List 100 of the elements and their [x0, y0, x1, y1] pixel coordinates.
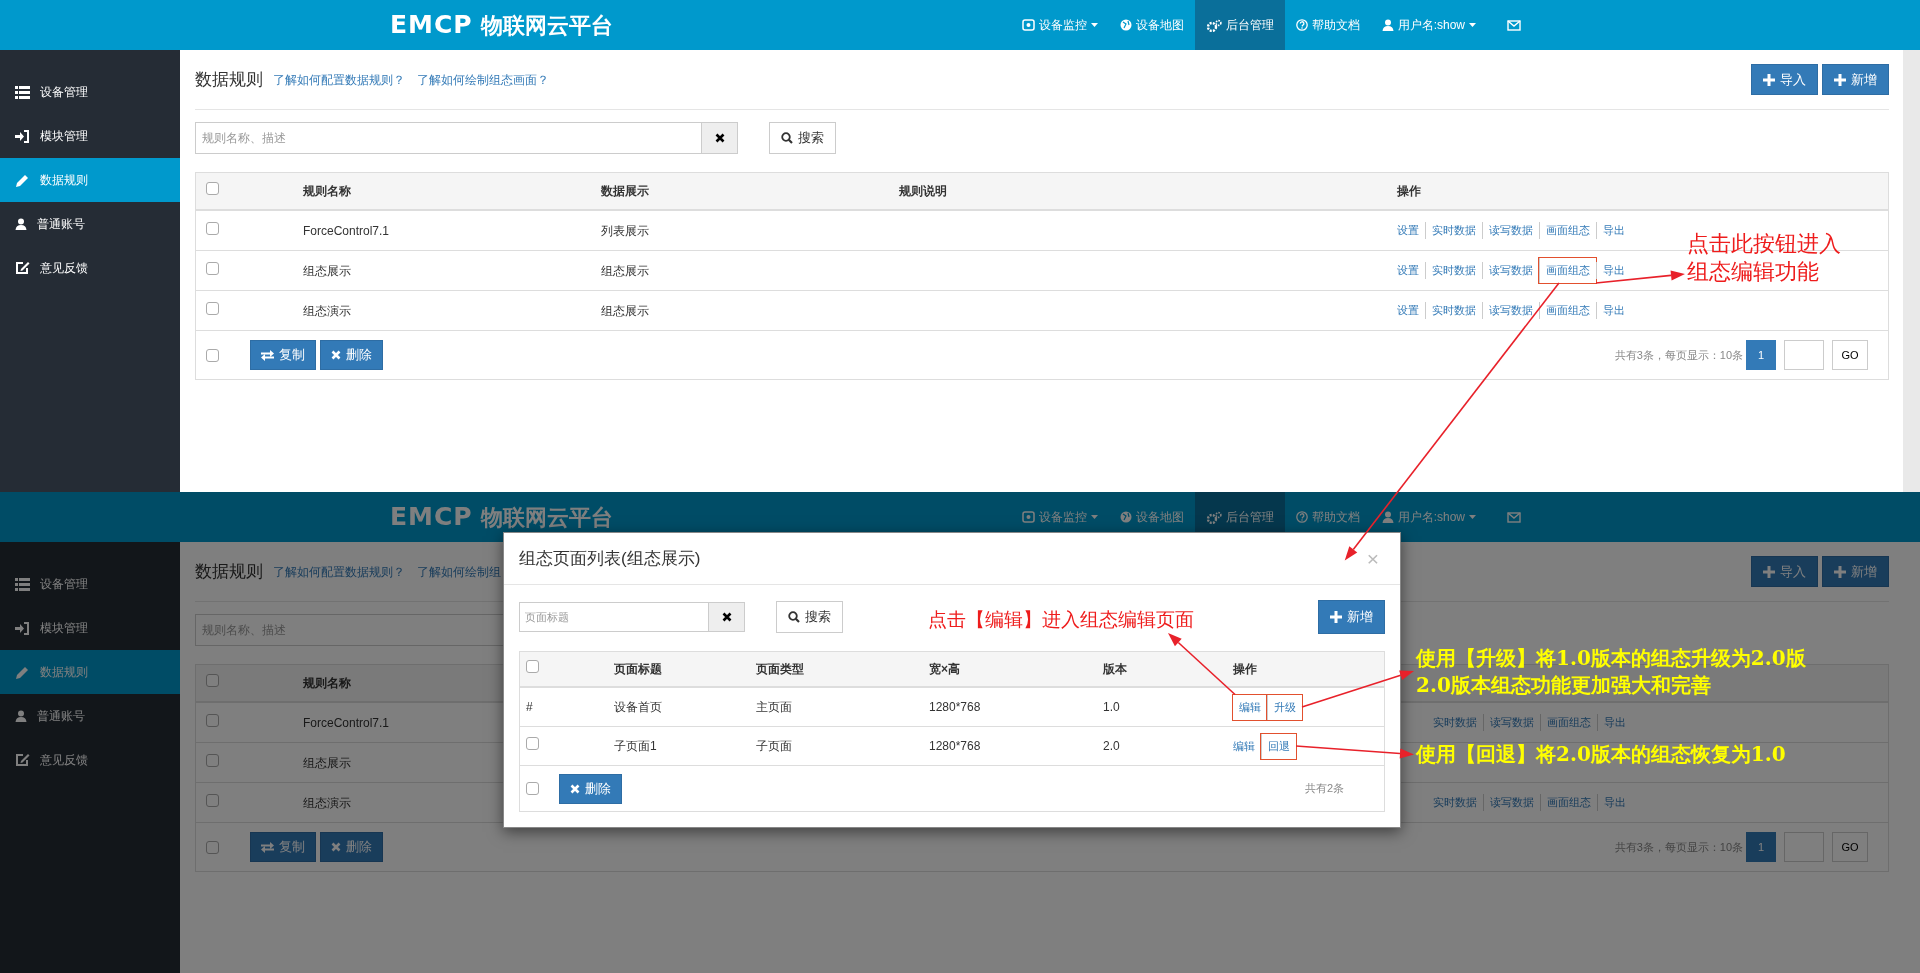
action-link[interactable]: 画面组态: [1539, 302, 1596, 319]
page-title: 数据规则: [195, 560, 263, 583]
nav-item[interactable]: 帮助文档: [1284, 0, 1371, 50]
annotation-text: 使用【升级】将1.0版本的组态升级为2.0版 2.0版本组态功能更加强大和完善: [1416, 645, 1806, 699]
checkbox[interactable]: [206, 348, 219, 362]
checkbox[interactable]: [206, 182, 219, 195]
action-link[interactable]: 设置: [1397, 302, 1425, 319]
search-icon: [781, 132, 793, 144]
plus-icon: [1834, 73, 1846, 86]
table-cell: 子页面1: [614, 739, 657, 753]
action-link[interactable]: 读写数据: [1483, 794, 1540, 811]
page-button[interactable]: 1: [1746, 340, 1776, 370]
checkbox[interactable]: [206, 221, 219, 235]
logo: EMCP: [390, 9, 473, 42]
action-link[interactable]: 读写数据: [1482, 302, 1539, 319]
delete-button[interactable]: 删除: [320, 832, 383, 862]
help-icon: [1295, 19, 1308, 31]
action-link[interactable]: 升级: [1267, 694, 1302, 720]
search-field[interactable]: 规则名称、描述: [195, 122, 702, 154]
clear-button[interactable]: [709, 602, 745, 632]
sidebar-item[interactable]: 普通账号: [0, 694, 180, 738]
action-link[interactable]: 设置: [1397, 222, 1425, 239]
plus-icon: [1763, 565, 1775, 578]
checkbox[interactable]: [526, 737, 539, 750]
action-link[interactable]: 编辑: [1233, 694, 1267, 720]
sidebar-item[interactable]: 意见反馈: [0, 738, 180, 782]
action-link[interactable]: 导出: [1596, 222, 1631, 239]
action-link[interactable]: 实时数据: [1433, 714, 1483, 731]
delete-button[interactable]: 删除: [320, 340, 383, 370]
nav-item[interactable]: 帮助文档: [1284, 492, 1371, 542]
nav-item[interactable]: 后台管理: [1194, 0, 1285, 50]
add-button[interactable]: 新增: [1822, 555, 1889, 588]
sidebar-item[interactable]: 模块管理: [0, 114, 180, 158]
sidebar-item[interactable]: 数据规则: [0, 158, 180, 202]
sidebar-item[interactable]: 普通账号: [0, 202, 180, 246]
checkbox[interactable]: [206, 713, 219, 727]
action-link[interactable]: 读写数据: [1482, 222, 1539, 239]
action-link[interactable]: 导出: [1597, 794, 1632, 811]
action-link[interactable]: 画面组态: [1539, 222, 1596, 239]
delete-button[interactable]: 删除: [559, 773, 622, 804]
nav-item[interactable]: 设备监控: [1010, 492, 1109, 542]
action-link[interactable]: 导出: [1596, 262, 1631, 279]
column-header: 页面标题: [614, 662, 662, 676]
add-button[interactable]: 新增: [1318, 600, 1385, 634]
copy-button[interactable]: 复制: [250, 340, 316, 370]
help-link[interactable]: 了解如何绘制组态画面？: [417, 70, 549, 89]
checkbox[interactable]: [526, 782, 539, 795]
pencil-icon: [15, 664, 30, 680]
action-link[interactable]: 实时数据: [1425, 302, 1482, 319]
table-cell: 组态演示: [303, 795, 351, 810]
checkbox[interactable]: [206, 753, 219, 767]
table-cell: ForceControl7.1: [303, 715, 390, 730]
action-link[interactable]: 设置: [1397, 262, 1425, 279]
add-button[interactable]: 新增: [1822, 63, 1889, 96]
checkbox[interactable]: [206, 301, 219, 315]
action-link[interactable]: 读写数据: [1482, 262, 1539, 279]
search-button[interactable]: 搜索: [776, 601, 843, 633]
column-header: 规则名称: [303, 676, 351, 690]
page-button[interactable]: 1: [1746, 832, 1776, 862]
search-button[interactable]: 搜索: [769, 122, 836, 154]
checkbox[interactable]: [206, 674, 219, 687]
action-link[interactable]: 读写数据: [1483, 714, 1540, 731]
copy-button[interactable]: 复制: [250, 832, 316, 862]
action-link[interactable]: 画面组态: [1540, 794, 1597, 811]
help-link[interactable]: 了解如何配置数据规则？: [273, 70, 405, 89]
action-link[interactable]: 画面组态: [1539, 258, 1596, 283]
action-link[interactable]: 导出: [1596, 302, 1631, 319]
action-link[interactable]: 编辑: [1233, 737, 1261, 755]
nav-item[interactable]: 设备地图: [1108, 492, 1195, 542]
action-link[interactable]: 导出: [1597, 714, 1632, 731]
checkbox[interactable]: [206, 261, 219, 275]
checkbox[interactable]: [206, 793, 219, 807]
sidebar-item[interactable]: 数据规则: [0, 650, 180, 694]
action-link[interactable]: 实时数据: [1433, 794, 1483, 811]
go-button[interactable]: GO: [1832, 340, 1868, 370]
delete-icon: [331, 842, 341, 852]
sidebar-item[interactable]: 设备管理: [0, 562, 180, 606]
nav-item[interactable]: 用户名:show: [1370, 0, 1487, 50]
page-input[interactable]: [1784, 340, 1824, 370]
checkbox[interactable]: [526, 660, 539, 673]
action-link[interactable]: 实时数据: [1425, 222, 1482, 239]
sidebar-item[interactable]: 设备管理: [0, 70, 180, 114]
nav-item[interactable]: 设备监控: [1010, 0, 1109, 50]
clear-button[interactable]: [702, 122, 738, 154]
import-button[interactable]: 导入: [1751, 555, 1818, 588]
checkbox[interactable]: [206, 840, 219, 854]
go-button[interactable]: GO: [1832, 832, 1868, 862]
action-link[interactable]: 回退: [1261, 733, 1296, 759]
search-field[interactable]: 页面标题: [519, 602, 709, 632]
help-link[interactable]: 了解如何配置数据规则？: [273, 562, 405, 581]
nav-item[interactable]: 设备地图: [1108, 0, 1195, 50]
action-link[interactable]: 画面组态: [1540, 714, 1597, 731]
gears-icon: [1205, 510, 1222, 524]
action-link[interactable]: 实时数据: [1425, 262, 1482, 279]
help-link[interactable]: 了解如何绘制组: [417, 562, 501, 581]
sidebar-item[interactable]: 意见反馈: [0, 246, 180, 290]
sidebar-item[interactable]: 模块管理: [0, 606, 180, 650]
globe-icon: [1119, 19, 1132, 31]
import-button[interactable]: 导入: [1751, 63, 1818, 96]
page-input[interactable]: [1784, 832, 1824, 862]
